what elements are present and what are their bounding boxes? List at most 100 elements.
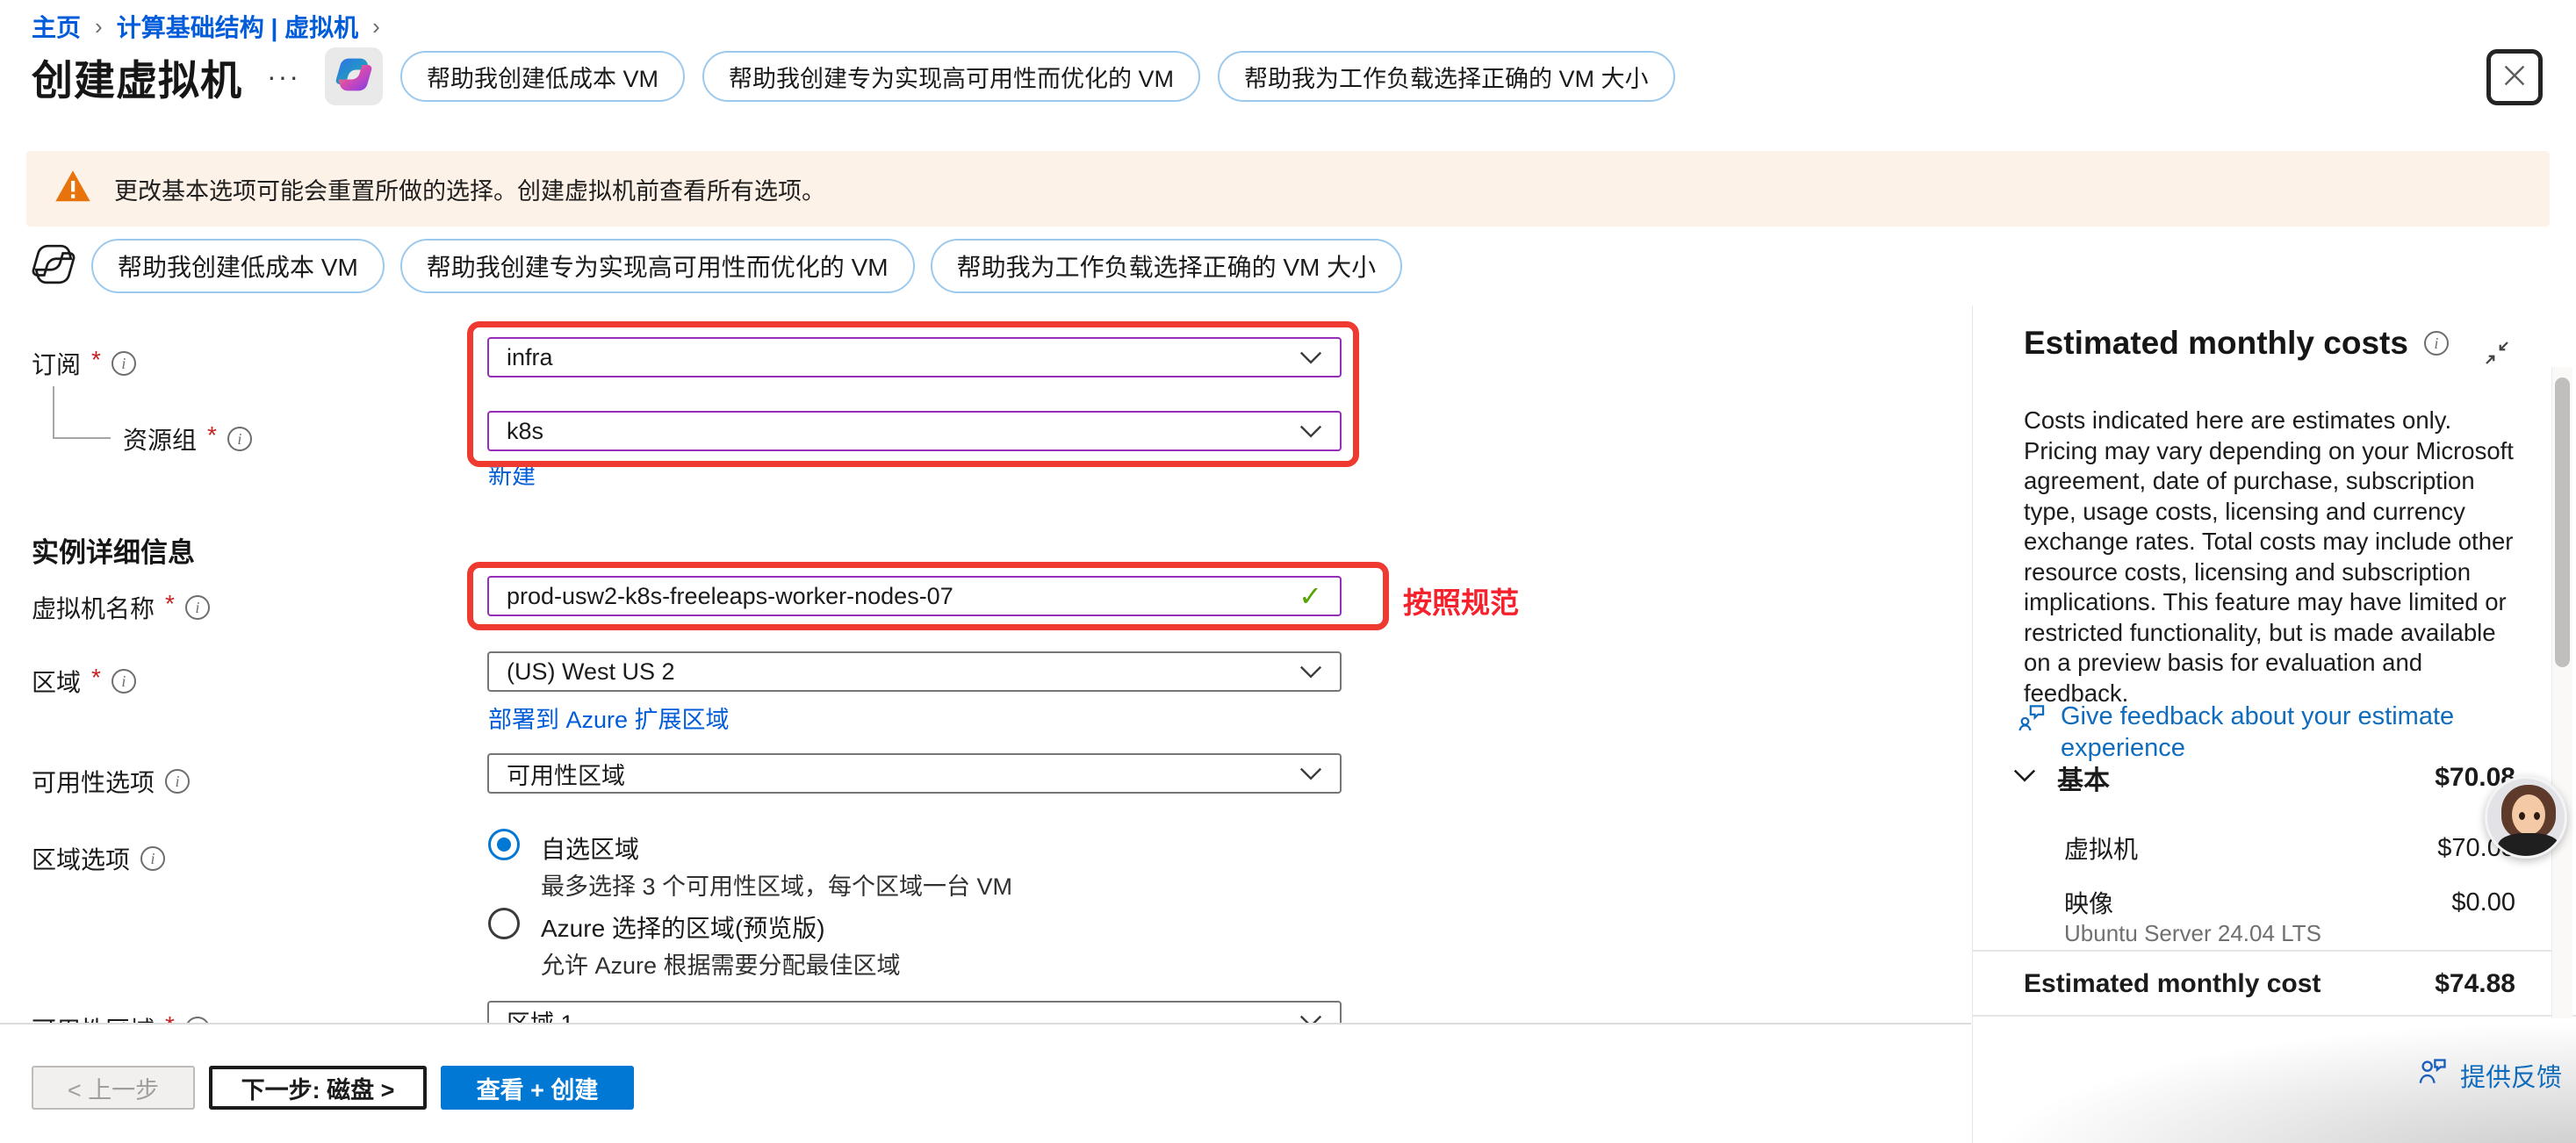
- cost-item-amount: $0.00: [2451, 888, 2515, 917]
- copilot-button[interactable]: [325, 47, 383, 105]
- suggestion-low-cost[interactable]: 帮助我创建低成本 VM: [91, 239, 385, 293]
- info-icon[interactable]: i: [227, 427, 252, 451]
- chevron-down-icon: [1299, 760, 1322, 787]
- region-label: 区域 * i: [32, 664, 136, 699]
- helper-button-low-cost[interactable]: 帮助我创建低成本 VM: [400, 51, 685, 102]
- avatar-body: [2498, 833, 2559, 859]
- cost-item-image-sub: Ubuntu Server 24.04 LTS: [2064, 920, 2321, 947]
- tree-connector-horizontal: [53, 437, 111, 439]
- required-marker: *: [91, 346, 101, 374]
- radio-self-selected-zones-desc: 最多选择 3 个可用性区域，每个区域一台 VM: [541, 867, 1012, 902]
- panel-title: Estimated monthly costs: [2024, 325, 2408, 362]
- avatar-eye: [2519, 812, 2525, 820]
- copilot-suggestions: 帮助我创建低成本 VM 帮助我创建专为实现高可用性而优化的 VM 帮助我为工作负…: [32, 239, 1402, 293]
- avatar-eye: [2534, 812, 2540, 820]
- page-feedback-link[interactable]: 提供反馈: [2416, 1055, 2562, 1096]
- required-marker: *: [91, 664, 101, 692]
- breadcrumb: 主页 › 计算基础结构 | 虚拟机 ›: [32, 9, 380, 44]
- scrollbar-thumb[interactable]: [2555, 377, 2570, 667]
- radio-azure-selected-zones[interactable]: [488, 908, 520, 939]
- feedback-person-icon: [2416, 1055, 2450, 1096]
- radio-azure-selected-zones-label[interactable]: Azure 选择的区域(预览版): [541, 909, 825, 945]
- info-icon[interactable]: i: [112, 351, 136, 376]
- vm-name-input[interactable]: prod-usw2-k8s-freeleaps-worker-nodes-07 …: [487, 576, 1342, 616]
- breadcrumb-compute-vm[interactable]: 计算基础结构 | 虚拟机: [117, 9, 358, 44]
- vertical-scrollbar[interactable]: [2551, 367, 2572, 1018]
- subscription-dropdown[interactable]: infra: [487, 337, 1342, 377]
- tree-connector-vertical: [53, 386, 54, 439]
- radio-self-selected-zones[interactable]: [488, 829, 520, 860]
- warning-icon: [54, 169, 91, 209]
- copilot-outline-icon: [32, 242, 76, 291]
- suggestion-high-availability[interactable]: 帮助我创建专为实现高可用性而优化的 VM: [400, 239, 915, 293]
- total-amount: $74.88: [2435, 969, 2515, 999]
- chevron-down-icon: [2013, 769, 2036, 787]
- chevron-down-icon: [1299, 344, 1322, 371]
- footer-divider: [0, 1023, 1971, 1024]
- helper-button-vm-size[interactable]: 帮助我为工作负载选择正确的 VM 大小: [1218, 51, 1675, 102]
- required-marker: *: [165, 590, 175, 618]
- copilot-icon: [335, 55, 373, 98]
- vm-name-label: 虚拟机名称 * i: [32, 590, 210, 625]
- panel-divider: [1973, 950, 2552, 952]
- panel-header: Estimated monthly costs i: [2024, 325, 2449, 362]
- avatar-face: [2512, 794, 2545, 835]
- collapse-panel-icon[interactable]: [2481, 337, 2513, 373]
- basics-form: 订阅 * i infra 资源组 * i k8s 新建 实例详细信息 虚拟机名称…: [0, 309, 1971, 1023]
- extended-zones-link[interactable]: 部署到 Azure 扩展区域: [488, 701, 730, 735]
- region-dropdown[interactable]: (US) West US 2: [487, 651, 1342, 692]
- previous-button[interactable]: < 上一步: [32, 1066, 195, 1110]
- warning-text: 更改基本选项可能会重置所做的选择。创建虚拟机前查看所有选项。: [114, 172, 825, 206]
- chevron-right-icon: ›: [372, 13, 380, 40]
- create-new-resource-group-link[interactable]: 新建: [488, 456, 536, 491]
- info-icon[interactable]: i: [185, 1017, 210, 1023]
- info-icon[interactable]: i: [140, 846, 165, 871]
- annotation-text: 按照规范: [1403, 579, 1519, 622]
- info-icon[interactable]: i: [2424, 331, 2449, 356]
- warning-banner: 更改基本选项可能会重置所做的选择。创建虚拟机前查看所有选项。: [26, 151, 2550, 226]
- assistant-avatar[interactable]: [2485, 776, 2567, 859]
- review-create-button[interactable]: 查看 + 创建: [441, 1066, 634, 1110]
- availability-options-dropdown[interactable]: 可用性区域: [487, 753, 1342, 794]
- availability-options-label: 可用性选项 i: [32, 764, 190, 799]
- helper-button-high-availability[interactable]: 帮助我创建专为实现高可用性而优化的 VM: [702, 51, 1200, 102]
- subscription-label: 订阅 * i: [32, 346, 136, 381]
- feedback-bubbles-icon: [2017, 701, 2050, 764]
- panel-divider: [1973, 1015, 2576, 1017]
- page-header: 创建虚拟机 ··· 帮助我创建低成本 VM 帮助我创建专为实现高可用性而优化的 …: [32, 46, 1675, 107]
- close-button[interactable]: [2486, 49, 2543, 105]
- create-vm-page: 主页 › 计算基础结构 | 虚拟机 › 创建虚拟机 ··· 帮助我创建低成本 V…: [0, 0, 2576, 1143]
- availability-zone-label: 可用性区域 * i: [32, 1011, 210, 1023]
- instance-details-title: 实例详细信息: [32, 530, 195, 570]
- chevron-down-icon: [1299, 1008, 1322, 1024]
- estimated-costs-panel: Estimated monthly costs i Costs indicate…: [1972, 306, 2551, 1143]
- chevron-down-icon: [1299, 418, 1322, 445]
- required-marker: *: [165, 1011, 175, 1023]
- suggestion-vm-size[interactable]: 帮助我为工作负载选择正确的 VM 大小: [931, 239, 1403, 293]
- wizard-footer: < 上一步 下一步: 磁盘 > 查看 + 创建: [32, 1066, 634, 1110]
- cost-item-vm: 虚拟机 $70.08: [2064, 830, 2515, 866]
- next-disks-button[interactable]: 下一步: 磁盘 >: [209, 1066, 427, 1110]
- page-title: 创建虚拟机: [32, 47, 242, 107]
- panel-description: Costs indicated here are estimates only.…: [2024, 406, 2526, 708]
- chevron-right-icon: ›: [95, 13, 103, 40]
- close-icon: [2500, 61, 2529, 94]
- resource-group-dropdown[interactable]: k8s: [487, 411, 1342, 451]
- radio-self-selected-zones-label[interactable]: 自选区域: [541, 830, 639, 866]
- cost-group-basic[interactable]: 基本 $70.08: [2013, 758, 2515, 797]
- radio-azure-selected-zones-desc: 允许 Azure 根据需要分配最佳区域: [541, 946, 901, 981]
- breadcrumb-home[interactable]: 主页: [32, 9, 81, 44]
- resource-group-label: 资源组 * i: [123, 421, 252, 456]
- cost-group-label: 基本: [2057, 758, 2110, 797]
- valid-checkmark-icon: ✓: [1299, 579, 1322, 613]
- info-icon[interactable]: i: [185, 595, 210, 620]
- overflow-menu-icon[interactable]: ···: [267, 61, 300, 93]
- cost-item-image: 映像 $0.00: [2064, 885, 2515, 920]
- availability-zone-dropdown[interactable]: 区域 1: [487, 1001, 1342, 1023]
- zone-options-label: 区域选项 i: [32, 841, 165, 876]
- total-cost-row: Estimated monthly cost $74.88: [2024, 969, 2515, 999]
- required-marker: *: [207, 421, 217, 449]
- info-icon[interactable]: i: [165, 769, 190, 794]
- info-icon[interactable]: i: [112, 669, 136, 694]
- estimate-feedback-link[interactable]: Give feedback about your estimate experi…: [2017, 701, 2526, 764]
